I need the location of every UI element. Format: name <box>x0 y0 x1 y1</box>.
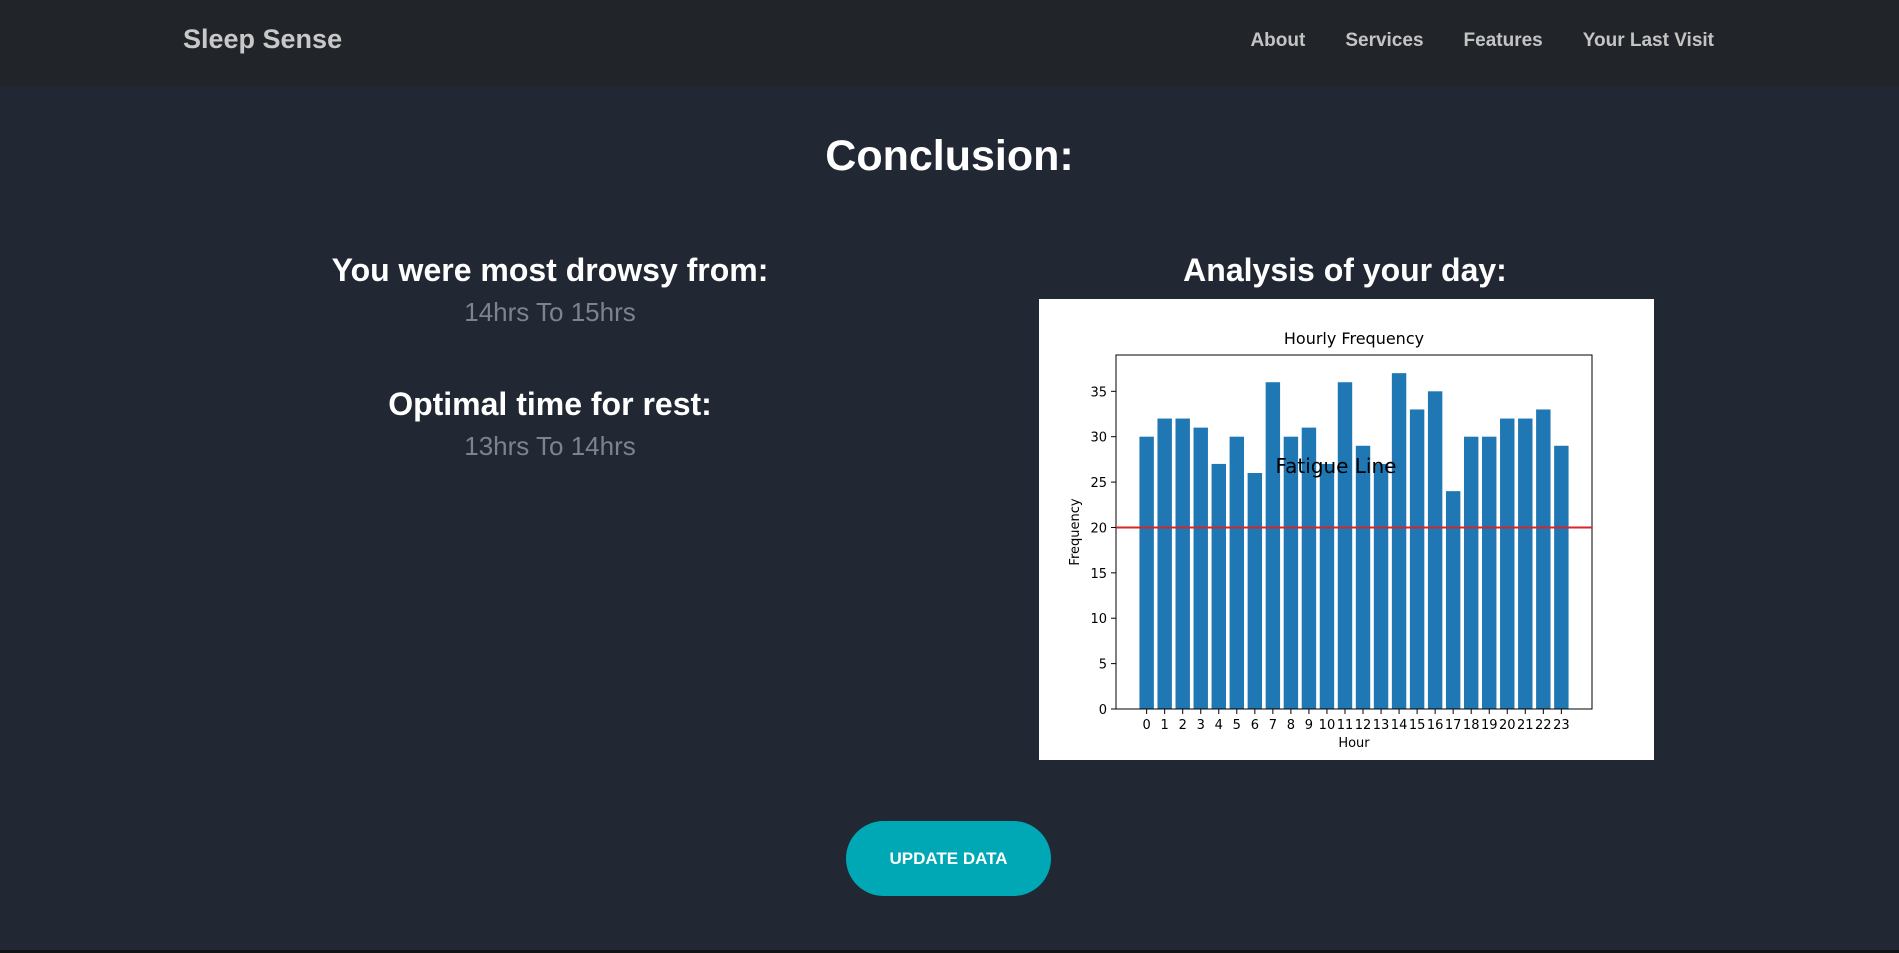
x-tick-label-1: 1 <box>1161 718 1169 733</box>
rest-block: Optimal time for rest: 13hrs To 14hrs <box>250 384 850 464</box>
hourly-frequency-chart: Hourly Frequency 0 5 10 15 20 25 30 35 0 1 2 3 4 5 6 7 8 9… <box>1039 299 1654 760</box>
drowsy-heading: You were most drowsy from: <box>331 252 769 288</box>
x-tick-label-17: 17 <box>1445 718 1462 733</box>
chart-svg: Hourly Frequency051015202530350 1 2 3 4 5 6 7 8 9… <box>1068 329 1593 751</box>
y-tick-label-25: 25 <box>1090 476 1107 491</box>
chart-bar-15 <box>1409 409 1425 709</box>
chart-bar-17 <box>1445 491 1461 709</box>
x-tick-label-11: 11 <box>1337 718 1354 733</box>
x-axis-label: Hour <box>1338 736 1370 751</box>
navbar: Sleep Sense About Services Features Your… <box>0 0 1899 86</box>
chart-bar-18 <box>1463 436 1479 709</box>
x-tick-label-2: 2 <box>1179 718 1187 733</box>
x-tick-label-14: 14 <box>1391 718 1408 733</box>
chart-bar-10 <box>1319 463 1335 709</box>
y-axis-label: Frequency <box>1068 498 1083 565</box>
y-tick-label-20: 20 <box>1090 521 1107 536</box>
nav-link-services[interactable]: Services <box>1345 30 1423 52</box>
chart-bar-6 <box>1247 473 1263 709</box>
x-tick-label-12: 12 <box>1355 718 1372 733</box>
rest-value: 13hrs To 14hrs <box>464 431 636 461</box>
x-tick-label-19: 19 <box>1481 718 1498 733</box>
x-tick-label-3: 3 <box>1197 718 1205 733</box>
x-tick-label-15: 15 <box>1409 718 1426 733</box>
x-tick-label-10: 10 <box>1319 718 1336 733</box>
x-tick-label-5: 5 <box>1233 718 1241 733</box>
chart-bar-1 <box>1157 418 1172 709</box>
nav-link-features[interactable]: Features <box>1464 30 1543 52</box>
chart-bar-16 <box>1427 391 1443 709</box>
x-tick-label-16: 16 <box>1427 718 1444 733</box>
drowsy-value: 14hrs To 15hrs <box>464 297 636 327</box>
chart-bar-23 <box>1554 445 1569 709</box>
x-tick-label-23: 23 <box>1553 718 1570 733</box>
x-tick-label-21: 21 <box>1517 718 1534 733</box>
y-tick-label-10: 10 <box>1090 612 1107 627</box>
conclusion-summary: You were most drowsy from: 14hrs To 15hr… <box>250 250 850 464</box>
x-tick-label-9: 9 <box>1305 718 1313 733</box>
nav-links: About Services Features Your Last Visit <box>1250 30 1714 52</box>
chart-bar-13 <box>1373 463 1389 709</box>
chart-bar-20 <box>1500 418 1515 709</box>
x-tick-label-13: 13 <box>1373 718 1390 733</box>
x-tick-label-4: 4 <box>1215 718 1223 733</box>
x-tick-label-6: 6 <box>1251 718 1259 733</box>
x-tick-label-18: 18 <box>1463 718 1480 733</box>
chart-bar-22 <box>1536 409 1551 709</box>
chart-bar-3 <box>1193 427 1208 709</box>
chart-bar-0 <box>1139 436 1154 709</box>
x-tick-label-22: 22 <box>1535 718 1552 733</box>
chart-bar-7 <box>1265 382 1281 709</box>
chart-bar-19 <box>1482 436 1497 709</box>
chart-bar-4 <box>1211 463 1226 709</box>
chart-bar-5 <box>1229 436 1245 709</box>
rest-heading: Optimal time for rest: <box>388 386 712 422</box>
analysis-heading: Analysis of your day: <box>1183 252 1507 288</box>
y-tick-label-0: 0 <box>1099 703 1107 718</box>
y-tick-label-35: 35 <box>1090 385 1107 400</box>
chart-bar-12 <box>1355 445 1371 709</box>
nav-link-last-visit[interactable]: Your Last Visit <box>1583 30 1714 52</box>
drowsy-block: You were most drowsy from: 14hrs To 15hr… <box>250 250 850 330</box>
chart-bar-2 <box>1175 418 1190 709</box>
brand-logo[interactable]: Sleep Sense <box>183 24 342 55</box>
x-tick-label-0: 0 <box>1143 718 1151 733</box>
chart-title: Hourly Frequency <box>1284 329 1424 348</box>
page-title: Conclusion: <box>825 132 1074 180</box>
fatigue-line-label: Fatigue Line <box>1275 454 1396 478</box>
y-tick-label-15: 15 <box>1090 567 1107 582</box>
chart-bar-14 <box>1391 373 1407 709</box>
update-data-button[interactable]: UPDATE DATA <box>846 821 1051 896</box>
x-tick-label-20: 20 <box>1499 718 1516 733</box>
x-tick-label-7: 7 <box>1269 718 1277 733</box>
nav-link-about[interactable]: About <box>1250 30 1305 52</box>
y-tick-label-5: 5 <box>1099 658 1107 673</box>
y-tick-label-30: 30 <box>1090 431 1107 446</box>
x-tick-label-8: 8 <box>1287 718 1295 733</box>
chart-bar-11 <box>1337 382 1353 709</box>
chart-bar-21 <box>1518 418 1533 709</box>
